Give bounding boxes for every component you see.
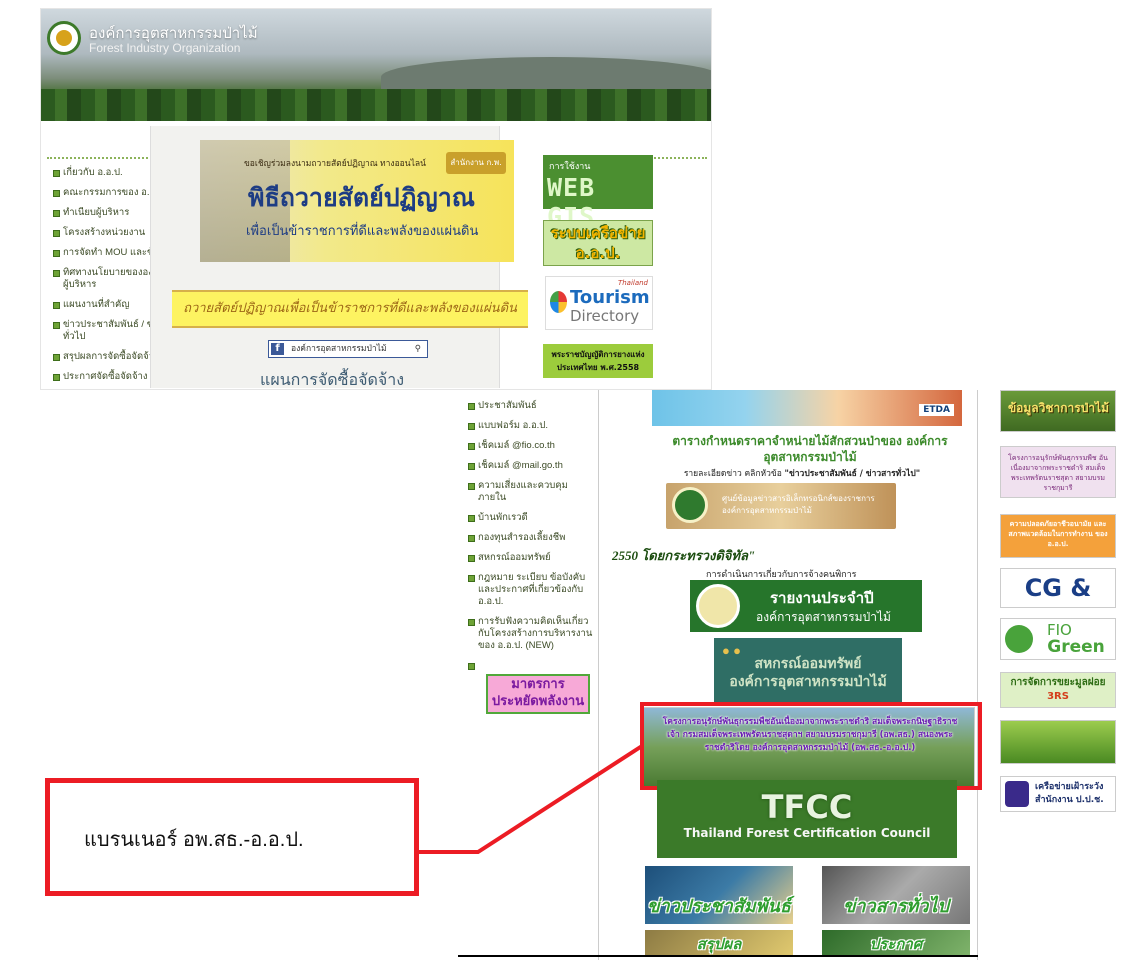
nav-item[interactable]: การรับฟังความคิดเห็นเกี่ยวกับโครงสร้างกา… [468, 616, 594, 652]
nav-item[interactable]: สหกรณ์ออมทรัพย์ [468, 552, 594, 564]
cg-csr-banner[interactable]: CG & CSR [1000, 568, 1116, 608]
tfcc-banner[interactable]: TFCC Thailand Forest Certification Counc… [657, 780, 957, 858]
news-pr-banner[interactable]: ข่าวประชาสัมพันธ์ [645, 866, 793, 924]
oath-invite-text: ขอเชิญร่วมลงนามถวายสัตย์ปฏิญาณ ทางออนไลน… [244, 158, 426, 168]
nav-item[interactable]: กฎหมาย ระเบียบ ข้อบังคับ และประกาศที่เกี… [468, 572, 594, 608]
coop-line2: องค์การอุตสาหกรรมป่าไม้ [729, 675, 887, 690]
network-banner[interactable]: ระบบเครือข่าย อ.อ.ป. [543, 220, 653, 266]
price-detail-link[interactable]: "ข่าวประชาสัมพันธ์ / ข่าวสารทั่วไป" [785, 469, 921, 479]
digital-ministry-text: 2550 โดยกระทรวงดิจิทัล" [612, 548, 756, 563]
oath-title: พิธีถวายสัตย์ปฏิญาณ [248, 185, 475, 212]
info-center-text: ศูนย์ข้อมูลข่าวสารอิเล็กทรอนิกส์ของราชกา… [722, 494, 875, 515]
nav-item[interactable]: เช็คเมล์ @mail.go.th [468, 460, 594, 472]
news-pr-label: ข่าวประชาสัมพันธ์ [647, 896, 791, 916]
info-center-banner[interactable]: ศูนย์ข้อมูลข่าวสารอิเล็กทรอนิกส์ของราชกา… [666, 483, 896, 529]
webgis-banner[interactable]: การใช้งาน WEB GIS [543, 155, 653, 231]
nav-item[interactable]: เช็คเมล์ @fio.co.th [468, 440, 594, 452]
coins-icon: ● ● [722, 643, 741, 658]
forest-info-banner[interactable]: ข้อมูลวิชาการป่าไม้ [1000, 390, 1116, 432]
news-general-banner[interactable]: ข่าวสารทั่วไป [822, 866, 970, 924]
waste-3rs: 3RS [1047, 691, 1069, 702]
rubber-act-banner[interactable]: พระราชบัญญัติการยางแห่งประเทศไทย พ.ศ.255… [543, 344, 653, 378]
tourism-icon [550, 291, 567, 313]
tourism-thailand: Thailand [617, 279, 648, 287]
site-header-banner: องค์การอุตสาหกรรมป่าไม้ Forest Industry … [41, 9, 711, 121]
plant-conservation-banner[interactable]: โครงการอนุรักษ์พันธุกรรมพืช อันเนื่องมาจ… [1000, 446, 1116, 498]
forest-info-label: ข้อมูลวิชาการป่าไม้ [1007, 401, 1109, 415]
green-it-banner[interactable]: FIO Green IT [1000, 618, 1116, 660]
webgis-top-label: การใช้งาน [549, 162, 591, 172]
page-bottom-rule [458, 955, 978, 957]
org-name-en: Forest Industry Organization [89, 41, 241, 55]
highlight-box [640, 702, 982, 790]
nav-item[interactable]: บ้านพักเรวดี [468, 512, 594, 524]
fio-seal-icon [696, 584, 740, 628]
oath-strip-banner[interactable]: ถวายสัตย์ปฏิญาณเพื่อเป็นข้าราชการที่ดีแล… [172, 290, 528, 328]
fio-seal-icon [672, 487, 708, 523]
forest-illustration [41, 89, 711, 121]
nacc-label: เครือข่ายเฝ้าระวัง สำนักงาน ป.ป.ช. [1035, 782, 1104, 805]
announce-label: ประกาศ [869, 937, 923, 953]
annual-report-org: องค์การอุตสาหกรรมป่าไม้ [756, 610, 891, 624]
coop-banner[interactable]: ● ● สหกรณ์ออมทรัพย์ องค์การอุตสาหกรรมป่า… [714, 638, 902, 702]
procurement-heading: แผนการจัดซื้อจัดจ้าง [260, 372, 405, 389]
energy-saving-banner[interactable]: มาตรการประหยัดพลังงาน [486, 674, 590, 714]
price-detail: รายละเอียดข่าว คลิกหัวข้อ "ข่าวประชาสัมพ… [632, 466, 972, 480]
facebook-icon: f [271, 343, 284, 355]
ocsc-logo: สำนักงาน ก.พ. [446, 152, 506, 174]
annual-report-banner[interactable]: รายงานประจำปี องค์การอุตสาหกรรมป่าไม้ [690, 580, 922, 632]
annual-report-title: รายงานประจำปี [770, 589, 874, 607]
oath-banner[interactable]: ขอเชิญร่วมลงนามถวายสัตย์ปฏิญาณ ทางออนไลน… [200, 140, 514, 262]
nav-item[interactable]: ประชาสัมพันธ์ [468, 400, 594, 412]
price-detail-text: รายละเอียดข่าว คลิกหัวข้อ [683, 469, 785, 479]
facebook-search-box[interactable]: f องค์การอุตสาหกรรมป่าไม้ ⚲ [268, 340, 428, 358]
search-icon[interactable]: ⚲ [415, 341, 421, 357]
tfcc-subtitle: Thailand Forest Certification Council [683, 826, 931, 840]
safety-banner[interactable]: ความปลอดภัยอาชีวอนามัย และสภาพแวดล้อมในก… [1000, 514, 1116, 558]
waste-label: การจัดการขยะมูลฝอย [1010, 677, 1106, 688]
directory-label: Directory [570, 307, 640, 325]
fio-logo[interactable] [47, 21, 81, 55]
nacc-network-banner[interactable]: เครือข่ายเฝ้าระวัง สำนักงาน ป.ป.ช. [1000, 776, 1116, 812]
summary-banner[interactable]: สรุปผล [645, 930, 793, 956]
nav-item[interactable]: แบบฟอร์ม อ.อ.ป. [468, 420, 594, 432]
nav-item[interactable]: กองทุนสำรองเลี้ยงชีพ [468, 532, 594, 544]
news-general-label: ข่าวสารทั่วไป [843, 896, 949, 916]
coop-line1: สหกรณ์ออมทรัพย์ [754, 657, 862, 672]
etda-logo: ETDA [919, 404, 954, 416]
tourism-label: Tourism [570, 287, 650, 308]
employment-text[interactable]: การดำเนินการเกี่ยวกับการจ้างคนพิการ [706, 567, 856, 581]
announce-banner[interactable]: ประกาศ [822, 930, 970, 956]
left-nav-2: ประชาสัมพันธ์ แบบฟอร์ม อ.อ.ป. เช็คเมล์ @… [468, 400, 594, 670]
forest-literature-banner[interactable] [1000, 720, 1116, 764]
callout-box: แบรนเนอร์ อพ.สธ.-อ.อ.ป. [45, 778, 419, 896]
tfcc-title: TFCC [761, 788, 853, 826]
tourism-directory-banner[interactable]: Thailand Tourism Directory [545, 276, 653, 330]
price-table-title[interactable]: ตารางกำหนดราคาจำหน่ายไม้สักสวนป่าของ องค… [660, 433, 960, 465]
summary-label: สรุปผล [696, 937, 742, 953]
waste-banner[interactable]: การจัดการขยะมูลฝอย 3RS [1000, 672, 1116, 708]
etda-strip-banner[interactable]: ETDA [652, 390, 962, 426]
callout-label: แบรนเนอร์ อพ.สธ.-อ.อ.ป. [84, 829, 304, 851]
green-it-label: Green IT [1047, 637, 1105, 659]
oath-subtitle: เพื่อเป็นข้าราชการที่ดีและพลังของแผ่นดิน [246, 223, 479, 238]
plug-icon [1005, 625, 1033, 653]
nacc-icon [1005, 781, 1029, 807]
facebook-page-name: องค์การอุตสาหกรรมป่าไม้ [291, 344, 387, 354]
nav-item[interactable]: ความเสี่ยงและควบคุมภายใน [468, 480, 594, 504]
